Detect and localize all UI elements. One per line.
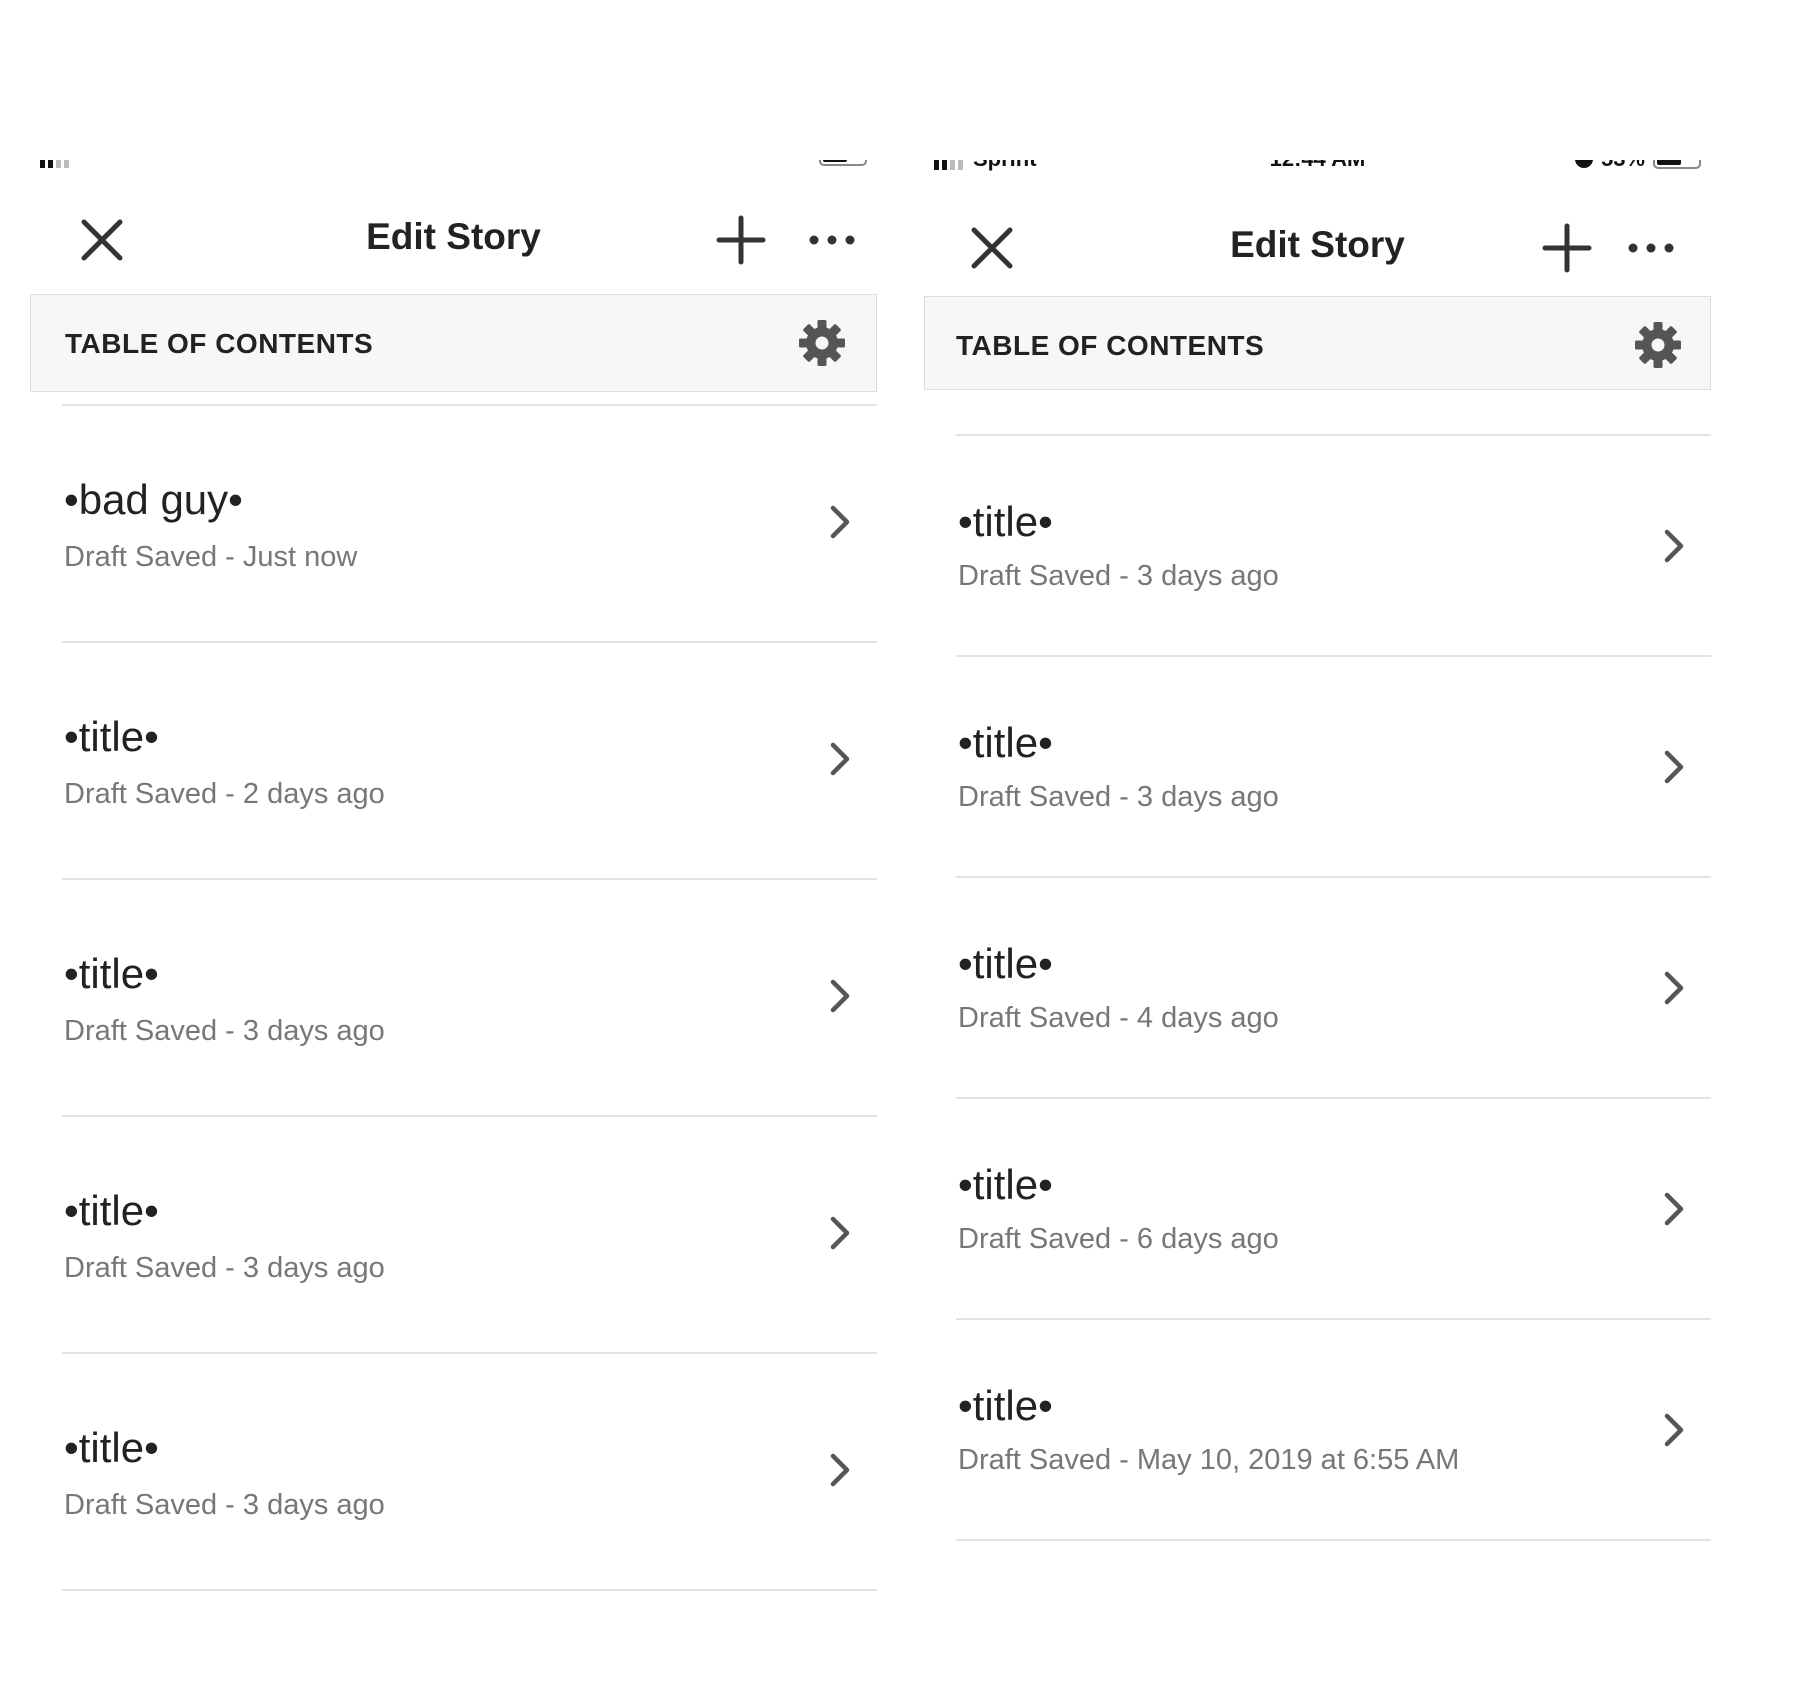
screen-left: Edit Story TABLE OF CONTENTS •bad guy• D… <box>30 160 877 1591</box>
status-right: 53% <box>1574 160 1701 172</box>
plus-icon <box>716 215 766 265</box>
part-title: •bad guy• <box>64 476 243 523</box>
chevron-right-icon <box>1664 1413 1684 1447</box>
table-of-contents-header: TABLE OF CONTENTS <box>924 296 1711 390</box>
list-item[interactable]: •title• Draft Saved - 4 days ago <box>956 878 1711 1099</box>
more-horizontal-icon <box>809 235 855 245</box>
list-item[interactable]: •title• Draft Saved - 3 days ago <box>62 880 877 1117</box>
battery-label: 53% <box>1601 160 1645 172</box>
list-item[interactable]: •title• Draft Saved - 6 days ago <box>956 1099 1711 1320</box>
list-item[interactable]: •title• Draft Saved - 3 days ago <box>62 1354 877 1591</box>
close-icon <box>971 227 1013 269</box>
table-of-contents-header: TABLE OF CONTENTS <box>30 294 877 392</box>
chevron-right-icon <box>1664 971 1684 1005</box>
moon-icon <box>1574 160 1593 168</box>
chevron-right-icon <box>830 1453 850 1487</box>
list-item[interactable]: •title• Draft Saved - 3 days ago <box>62 1117 877 1354</box>
chevron-right-icon <box>1664 750 1684 784</box>
status-bar <box>30 160 877 186</box>
screen-right: Sprint 12:44 AM 53% Edit Story <box>924 160 1711 1541</box>
part-title: •title• <box>64 1187 159 1234</box>
more-button[interactable] <box>1623 220 1679 276</box>
close-icon <box>81 219 123 261</box>
add-part-button[interactable] <box>1539 220 1595 276</box>
list-item[interactable]: •title• Draft Saved - May 10, 2019 at 6:… <box>956 1320 1711 1541</box>
part-status: Draft Saved - 3 days ago <box>64 1252 385 1284</box>
part-title: •title• <box>958 498 1053 545</box>
status-bar: Sprint 12:44 AM 53% <box>924 160 1711 186</box>
add-part-button[interactable] <box>713 212 769 268</box>
toc-label: TABLE OF CONTENTS <box>956 330 1265 361</box>
part-title: •title• <box>64 1424 159 1471</box>
plus-icon <box>1542 223 1592 273</box>
signal-icon <box>40 160 69 168</box>
close-button[interactable] <box>964 220 1020 276</box>
chevron-right-icon <box>830 1216 850 1250</box>
part-title: •title• <box>958 1382 1053 1429</box>
more-horizontal-icon <box>1628 243 1674 253</box>
part-status: Draft Saved - 3 days ago <box>958 781 1279 813</box>
chevron-right-icon <box>830 505 850 539</box>
part-status: Draft Saved - 3 days ago <box>958 560 1279 592</box>
part-title: •title• <box>64 713 159 760</box>
more-button[interactable] <box>804 212 860 268</box>
toc-label: TABLE OF CONTENTS <box>65 328 374 359</box>
list-item[interactable]: •bad guy• Draft Saved - Just now <box>62 406 877 643</box>
part-title: •title• <box>958 940 1053 987</box>
chevron-right-icon <box>1664 529 1684 563</box>
chevron-right-icon <box>830 979 850 1013</box>
part-status: Draft Saved - 4 days ago <box>958 1002 1279 1034</box>
list-item[interactable]: •title• Draft Saved - 3 days ago <box>956 436 1711 657</box>
toc-settings-button[interactable] <box>1634 321 1682 369</box>
chevron-right-icon <box>1664 1192 1684 1226</box>
part-status: Draft Saved - 3 days ago <box>64 1489 385 1521</box>
status-left <box>40 160 79 168</box>
chevron-right-icon <box>830 742 850 776</box>
gear-icon <box>799 320 845 366</box>
gear-icon <box>1635 322 1681 368</box>
part-status: Draft Saved - 3 days ago <box>64 1015 385 1047</box>
part-status: Draft Saved - May 10, 2019 at 6:55 AM <box>958 1444 1460 1476</box>
parts-list: •bad guy• Draft Saved - Just now •title•… <box>30 404 877 1591</box>
close-button[interactable] <box>74 212 130 268</box>
status-right <box>811 160 867 166</box>
battery-icon <box>1653 160 1701 169</box>
toc-settings-button[interactable] <box>798 319 846 367</box>
part-title: •title• <box>958 1161 1053 1208</box>
nav-bar: Edit Story <box>30 186 877 294</box>
battery-icon <box>819 160 867 166</box>
nav-bar: Edit Story <box>924 186 1711 294</box>
part-status: Draft Saved - 6 days ago <box>958 1223 1279 1255</box>
part-status: Draft Saved - 2 days ago <box>64 778 385 810</box>
part-title: •title• <box>958 719 1053 766</box>
list-item[interactable]: •title• Draft Saved - 2 days ago <box>62 643 877 880</box>
list-item[interactable]: •title• Draft Saved - 3 days ago <box>956 657 1711 878</box>
part-status: Draft Saved - Just now <box>64 541 358 573</box>
parts-list: •title• Draft Saved - 3 days ago •title•… <box>924 434 1711 1541</box>
part-title: •title• <box>64 950 159 997</box>
